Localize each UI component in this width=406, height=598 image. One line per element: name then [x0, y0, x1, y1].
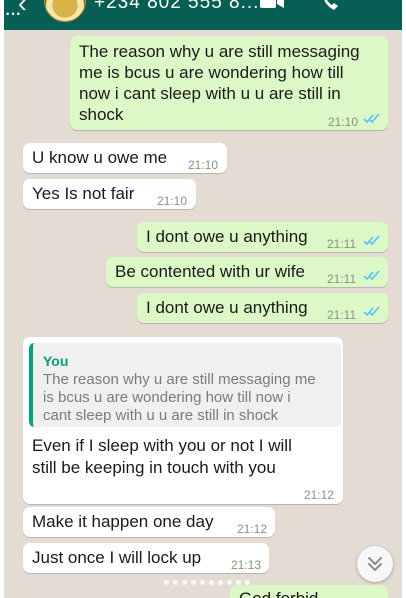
message-line: still be keeping in touch with you: [32, 458, 276, 477]
dot: [182, 580, 187, 585]
message-text: Be contented with ur wife: [115, 262, 305, 281]
contact-avatar[interactable]: [44, 0, 86, 22]
message-text: Just once I will lock up: [32, 548, 202, 567]
back-arrow-icon[interactable]: ‹: [18, 0, 27, 19]
message-time: 21:11: [327, 308, 357, 322]
message-outgoing[interactable]: The reason why u are still messaging me …: [70, 36, 388, 130]
dot: [191, 580, 196, 585]
dot: [218, 580, 223, 585]
scroll-to-bottom-button[interactable]: [357, 546, 393, 582]
message-time: 21:11: [327, 237, 357, 251]
message-text: U know u owe me: [32, 148, 168, 167]
reply-line: is bcus u are wondering how till now i: [43, 389, 291, 406]
message-incoming[interactable]: U know u owe me 21:10: [23, 143, 227, 173]
chat-screen: ‹ +234 802 555 8... ··· The reason why u…: [4, 0, 402, 598]
message-text: Yes Is not fair: [32, 184, 135, 203]
message-text: God forbid: [239, 588, 318, 598]
message-line: Even if I sleep with you or not I will: [32, 436, 292, 455]
message-time: 21:12: [237, 522, 268, 536]
message-line: shock: [79, 105, 124, 124]
message-text: Make it happen one day: [32, 512, 214, 531]
read-ticks-icon: [363, 306, 380, 317]
message-incoming[interactable]: Make it happen one day 21:12: [23, 507, 275, 537]
message-text: Even if I sleep with you or not I will s…: [32, 435, 292, 479]
message-text: The reason why u are still messaging me …: [79, 41, 360, 125]
reply-author: You: [43, 353, 69, 369]
read-ticks-icon: [363, 113, 380, 124]
dot: [245, 580, 250, 585]
message-line: me is bcus u are wondering how till: [79, 63, 344, 82]
reply-quote-text: The reason why u are still messaging me …: [43, 371, 333, 425]
phone-call-icon[interactable]: [320, 0, 342, 12]
reply-line: cant sleep with u u are still in shock: [43, 407, 279, 424]
message-time: 21:11: [327, 272, 357, 286]
dot: [200, 580, 205, 585]
dot: [236, 580, 241, 585]
message-time: 21:10: [188, 158, 219, 172]
message-time: 21:10: [328, 115, 359, 129]
app-bar: ‹ +234 802 555 8... ···: [4, 0, 402, 30]
dot: [227, 580, 232, 585]
message-time: 21:12: [304, 488, 335, 502]
dot: [164, 580, 169, 585]
reply-quote[interactable]: You The reason why u are still messaging…: [29, 343, 341, 427]
message-outgoing[interactable]: I dont owe u anything 21:11: [137, 293, 388, 323]
contact-name[interactable]: +234 802 555 8...: [94, 0, 259, 14]
message-incoming[interactable]: Just once I will lock up 21:13: [23, 543, 269, 573]
message-outgoing[interactable]: God forbid: [230, 585, 388, 598]
message-line: now i cant sleep with u u are still in: [79, 84, 341, 103]
message-outgoing[interactable]: I dont owe u anything 21:11: [137, 222, 388, 252]
message-text: I dont owe u anything: [146, 227, 308, 246]
read-ticks-icon: [363, 235, 380, 246]
message-time: 21:13: [231, 558, 262, 572]
dot: [173, 580, 178, 585]
dot: [209, 580, 214, 585]
chevron-double-down-icon: [368, 557, 382, 571]
message-text: I dont owe u anything: [146, 298, 308, 317]
message-line: The reason why u are still messaging: [79, 42, 360, 61]
video-call-icon[interactable]: [259, 0, 285, 12]
message-incoming-reply[interactable]: You The reason why u are still messaging…: [23, 337, 343, 504]
message-time: 21:10: [157, 194, 188, 208]
read-ticks-icon: [363, 270, 380, 281]
pagination-dots: [164, 580, 264, 586]
message-outgoing[interactable]: Be contented with ur wife 21:11: [106, 257, 388, 287]
reply-line: The reason why u are still messaging me: [43, 371, 316, 388]
message-incoming[interactable]: Yes Is not fair 21:10: [23, 179, 196, 209]
